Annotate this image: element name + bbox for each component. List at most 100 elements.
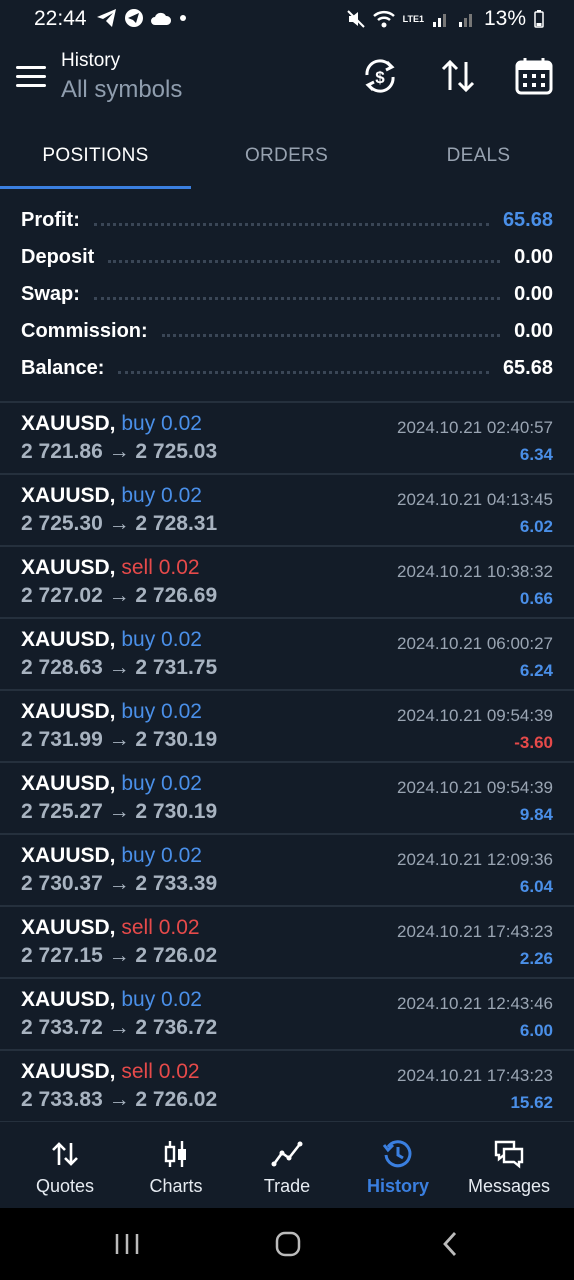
position-profit: 6.34 <box>519 445 553 464</box>
position-time: 2024.10.21 06:00:27 <box>397 634 553 653</box>
back-icon[interactable] <box>440 1230 460 1258</box>
summary-row-balance: Balance: 65.68 <box>21 350 553 387</box>
position-side: buy 0.02 <box>121 628 202 651</box>
mute-icon <box>346 10 365 28</box>
position-row[interactable]: XAUUSD, sell 0.02 2 733.83 → 2 726.02 2024… <box>0 1051 574 1123</box>
status-system-icons: LTE1 13% <box>346 7 544 31</box>
trade-icon <box>271 1141 303 1167</box>
position-side: buy 0.02 <box>121 700 202 723</box>
quotes-icon <box>52 1142 78 1166</box>
position-side: buy 0.02 <box>121 484 202 507</box>
position-time: 2024.10.21 12:43:46 <box>397 994 553 1013</box>
position-profit: 2.26 <box>519 949 553 968</box>
summary-row-swap: Swap: 0.00 <box>21 276 553 313</box>
position-symbol: XAUUSD, sell 0.02 <box>21 1060 200 1084</box>
nav-quotes-label: Quotes <box>35 1176 95 1196</box>
signal-icon <box>458 14 472 27</box>
summary-row-profit: Profit: 65.68 <box>21 202 553 239</box>
summary-row-deposit: Deposit 0.00 <box>21 239 553 276</box>
symbol-filter[interactable]: All symbols <box>61 76 182 104</box>
position-prices: 2 727.15 → 2 726.02 <box>21 944 218 967</box>
position-time: 2024.10.21 09:54:39 <box>397 778 553 797</box>
wifi-icon <box>372 11 395 28</box>
position-side: sell 0.02 <box>121 556 200 579</box>
nav-quotes[interactable]: Quotes <box>8 1122 122 1208</box>
position-symbol: XAUUSD, buy 0.02 <box>21 484 202 508</box>
network-type: LTE1 <box>402 13 424 24</box>
calendar-icon[interactable] <box>514 56 554 96</box>
history-icon <box>382 1140 412 1168</box>
nav-charts[interactable]: Charts <box>119 1122 233 1208</box>
active-tab-indicator <box>0 186 191 189</box>
position-row[interactable]: XAUUSD, buy 0.02 2 725.30 → 2 728.31 2024.… <box>0 475 574 547</box>
bottom-navigation: Quotes Charts Trade History Messages <box>0 1122 574 1208</box>
tab-orders[interactable]: ORDERS <box>191 126 382 186</box>
dotted-leader <box>93 297 501 300</box>
position-prices: 2 730.37 → 2 733.39 <box>21 872 218 895</box>
position-time: 2024.10.21 12:09:36 <box>397 850 553 869</box>
position-row[interactable]: XAUUSD, buy 0.02 2 725.27 → 2 730.19 2024.… <box>0 763 574 835</box>
balance-value: 65.68 <box>494 357 553 380</box>
tab-positions[interactable]: POSITIONS <box>0 126 191 186</box>
position-symbol: XAUUSD, buy 0.02 <box>21 772 202 796</box>
position-time: 2024.10.21 17:43:23 <box>397 1066 553 1085</box>
position-time: 2024.10.21 04:13:45 <box>397 490 553 509</box>
position-time: 2024.10.21 09:54:39 <box>397 706 553 725</box>
position-prices: 2 733.72 → 2 736.72 <box>21 1016 218 1039</box>
tab-deals[interactable]: DEALS <box>383 126 574 186</box>
position-row[interactable]: XAUUSD, buy 0.02 2 733.72 → 2 736.72 2024.… <box>0 979 574 1051</box>
nav-messages-label: Messages <box>467 1176 551 1196</box>
recent-apps-icon[interactable] <box>114 1232 140 1256</box>
nav-messages[interactable]: Messages <box>452 1122 566 1208</box>
battery-percent: 13% <box>483 7 526 30</box>
position-side: sell 0.02 <box>121 916 200 939</box>
position-time: 2024.10.21 02:40:57 <box>397 418 553 437</box>
profit-value: 65.68 <box>494 209 553 232</box>
nav-history[interactable]: History <box>341 1122 455 1208</box>
position-time: 2024.10.21 17:43:23 <box>397 922 553 941</box>
nav-trade[interactable]: Trade <box>230 1122 344 1208</box>
position-prices: 2 727.02 → 2 726.69 <box>21 584 218 607</box>
position-side: buy 0.02 <box>121 772 202 795</box>
charts-icon <box>164 1141 186 1167</box>
position-prices: 2 725.27 → 2 730.19 <box>21 800 218 823</box>
messages-icon <box>494 1140 524 1169</box>
position-row[interactable]: XAUUSD, buy 0.02 2 721.86 → 2 725.03 2024.… <box>0 403 574 475</box>
position-prices: 2 728.63 → 2 731.75 <box>21 656 218 679</box>
position-time: 2024.10.21 10:38:32 <box>397 562 553 581</box>
position-row[interactable]: XAUUSD, buy 0.02 2 728.63 → 2 731.75 2024.… <box>0 619 574 691</box>
position-symbol: XAUUSD, buy 0.02 <box>21 988 202 1012</box>
position-profit: -3.60 <box>514 733 553 752</box>
symbol-name: XAUUSD, <box>21 916 116 939</box>
swap-label: Swap: <box>21 283 88 306</box>
position-symbol: XAUUSD, buy 0.02 <box>21 844 202 868</box>
symbol-name: XAUUSD, <box>21 988 116 1011</box>
summary-row-commission: Commission: 0.00 <box>21 313 553 350</box>
position-prices: 2 731.99 → 2 730.19 <box>21 728 218 751</box>
telegram-icon <box>97 9 116 27</box>
position-row[interactable]: XAUUSD, sell 0.02 2 727.02 → 2 726.69 2024… <box>0 547 574 619</box>
commission-value: 0.00 <box>506 320 553 343</box>
symbol-name: XAUUSD, <box>21 1060 116 1083</box>
menu-icon[interactable] <box>16 66 46 88</box>
positions-list: XAUUSD, buy 0.02 2 721.86 → 2 725.03 2024.… <box>0 403 574 1123</box>
position-symbol: XAUUSD, buy 0.02 <box>21 628 202 652</box>
signal-icon <box>432 14 446 27</box>
dotted-leader <box>161 334 501 337</box>
nav-trade-label: Trade <box>263 1176 311 1196</box>
status-notification-icons <box>96 8 188 28</box>
position-row[interactable]: XAUUSD, sell 0.02 2 727.15 → 2 726.02 2024… <box>0 907 574 979</box>
dot-icon <box>180 15 186 21</box>
position-side: buy 0.02 <box>121 844 202 867</box>
currency-exchange-icon[interactable]: $ <box>360 56 400 96</box>
position-side: buy 0.02 <box>121 412 202 435</box>
position-symbol: XAUUSD, buy 0.02 <box>21 700 202 724</box>
battery-icon <box>534 10 544 28</box>
position-row[interactable]: XAUUSD, buy 0.02 2 730.37 → 2 733.39 2024.… <box>0 835 574 907</box>
svg-text:$: $ <box>375 68 385 87</box>
sort-icon[interactable] <box>438 56 478 96</box>
position-row[interactable]: XAUUSD, buy 0.02 2 731.99 → 2 730.19 2024.… <box>0 691 574 763</box>
cloud-icon <box>151 12 172 25</box>
symbol-name: XAUUSD, <box>21 844 116 867</box>
home-icon[interactable] <box>274 1230 302 1258</box>
